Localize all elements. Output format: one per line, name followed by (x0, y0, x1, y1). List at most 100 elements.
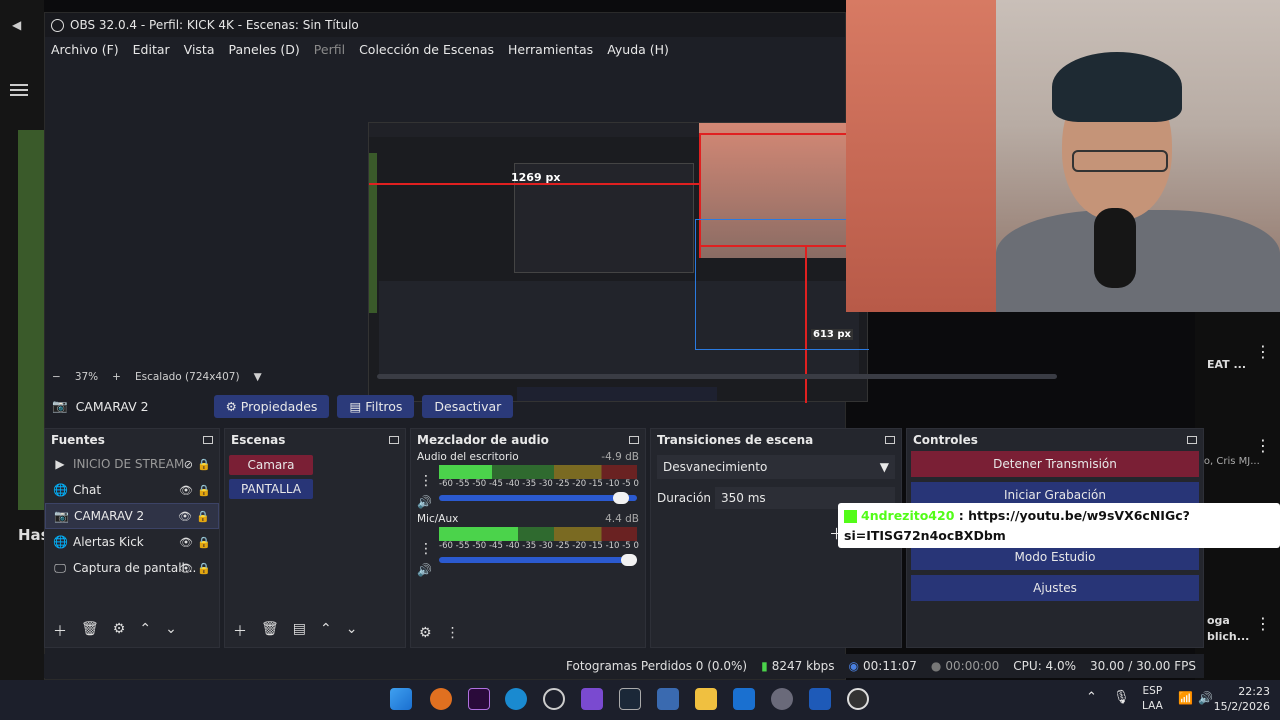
eye-icon[interactable]: 👁 (179, 562, 193, 575)
move-up-icon[interactable]: ⌃ (139, 621, 151, 641)
menu-profile[interactable]: Perfil (314, 42, 345, 57)
add-source-icon[interactable]: ＋ (53, 621, 67, 641)
volume-slider[interactable] (439, 554, 637, 566)
menu-help[interactable]: Ayuda (H) (607, 42, 669, 57)
eye-icon[interactable]: 👁 (178, 510, 192, 523)
premiere-icon[interactable] (468, 688, 490, 710)
volume-icon[interactable]: 🔊 (1198, 691, 1213, 705)
undock-icon[interactable] (203, 436, 213, 444)
zoom-in-button[interactable]: + (112, 371, 121, 383)
speaker-icon[interactable]: 🔊 (417, 563, 432, 577)
menu-tools[interactable]: Herramientas (508, 42, 593, 57)
transition-value: Desvanecimiento (663, 460, 768, 474)
windows-start-icon[interactable] (390, 688, 412, 710)
settings-button[interactable]: Ajustes (911, 575, 1199, 601)
scene-pantalla[interactable]: PANTALLA (229, 479, 313, 499)
source-item[interactable]: ▶ INICIO DE STREAM ⊘ 🔒 (45, 451, 219, 477)
volume-knob[interactable] (613, 492, 629, 504)
mixer-menu-icon[interactable]: ⋮ (446, 625, 460, 641)
lock-icon[interactable]: 🔒 (197, 562, 211, 575)
edge-icon[interactable] (505, 688, 527, 710)
eye-icon[interactable]: 👁 (179, 536, 193, 549)
undock-icon[interactable] (629, 436, 639, 444)
lock-icon[interactable]: 🔒 (197, 484, 211, 497)
mixer-settings-icon[interactable]: ⚙ (419, 625, 432, 641)
menu-docks[interactable]: Paneles (D) (229, 42, 300, 57)
move-down-icon[interactable]: ⌄ (346, 621, 358, 641)
dropped-frames: Fotogramas Perdidos 0 (0.0%) (566, 659, 748, 673)
source-item[interactable]: 🌐 Alertas Kick 👁 🔒 (45, 529, 219, 555)
app-icon[interactable] (543, 688, 565, 710)
background-snippet: oga (1207, 614, 1230, 627)
store-icon[interactable] (657, 688, 679, 710)
menu-view[interactable]: Vista (184, 42, 215, 57)
fps: 30.00 / 30.00 FPS (1090, 659, 1196, 673)
scaling-dropdown-icon[interactable]: ▼ (254, 371, 262, 383)
settings-gear-icon[interactable] (771, 688, 793, 710)
source-settings-icon[interactable]: ⚙ (113, 621, 126, 641)
source-item[interactable]: 🌐 Chat 👁 🔒 (45, 477, 219, 503)
remove-source-icon[interactable]: 🗑 (81, 621, 99, 641)
nested-docks (379, 281, 859, 379)
word-icon[interactable] (809, 688, 831, 710)
transition-select[interactable]: Desvanecimiento ▼ (657, 455, 895, 479)
properties-button[interactable]: ⚙ Propiedades (213, 394, 330, 418)
meter-tick-label: -20 (572, 541, 587, 551)
source-item[interactable]: 🖵 Captura de pantall... 👁 🔒 (45, 555, 219, 581)
background-browser-right: EAT ... to, Cris MJ... oga blich... ⋮ ⋮ … (1195, 312, 1280, 682)
measure-height-label: 613 px (811, 329, 853, 340)
more-options-icon[interactable]: ⋮ (1255, 436, 1271, 455)
volume-knob[interactable] (621, 554, 637, 566)
meter-tick-label: -10 (605, 541, 620, 551)
undock-icon[interactable] (389, 436, 399, 444)
microphone-icon[interactable]: 🎙 (1113, 690, 1130, 705)
undock-icon[interactable] (885, 436, 895, 444)
menu-scene-collection[interactable]: Colección de Escenas (359, 42, 494, 57)
signal-icon: ▮ (761, 659, 768, 673)
stop-stream-button[interactable]: Detener Transmisión (911, 451, 1199, 477)
obs-taskbar-icon[interactable] (847, 688, 869, 710)
zoom-out-button[interactable]: − (52, 371, 61, 383)
filters-button[interactable]: ▤ Filtros (337, 394, 415, 418)
menu-file[interactable]: Archivo (F) (51, 42, 119, 57)
lock-icon[interactable]: 🔒 (196, 510, 210, 523)
firefox-icon[interactable] (430, 688, 452, 710)
more-options-icon[interactable]: ⋮ (1255, 614, 1271, 633)
source-item-selected[interactable]: 📷 CAMARAV 2 👁 🔒 (45, 503, 219, 529)
move-down-icon[interactable]: ⌄ (165, 621, 177, 641)
meter-tick-label: -60 (439, 541, 453, 551)
meter-tick-label: -30 (538, 479, 553, 489)
camera-icon: 📷 (52, 398, 68, 413)
eye-icon[interactable]: 👁 (179, 484, 193, 497)
source-label: INICIO DE STREAM (73, 457, 185, 471)
more-options-icon[interactable]: ⋮ (1255, 342, 1271, 361)
chevron-up-icon[interactable]: ⌃ (1086, 690, 1097, 705)
language-indicator[interactable]: ESP LAA (1142, 684, 1163, 714)
menu-edit[interactable]: Editar (133, 42, 170, 57)
steam-icon[interactable] (619, 688, 641, 710)
channel-menu-icon[interactable]: ⋮ (419, 473, 433, 489)
meter-scale: -60 -55 -50 -45 -40 -35 -30 -25 -20 -15 -10 -5 0 (439, 541, 639, 551)
mixer-title: Mezclador de audio (417, 433, 549, 447)
scene-camara[interactable]: Camara (229, 455, 313, 475)
add-scene-icon[interactable]: ＋ (233, 621, 247, 641)
volume-meter (439, 465, 637, 479)
channel-menu-icon[interactable]: ⋮ (419, 541, 433, 557)
remove-scene-icon[interactable]: 🗑 (261, 621, 279, 641)
outlook-icon[interactable] (733, 688, 755, 710)
deactivate-button[interactable]: Desactivar (422, 394, 514, 418)
eye-hidden-icon[interactable]: ⊘ (184, 458, 193, 471)
move-up-icon[interactable]: ⌃ (320, 621, 332, 641)
notes-icon[interactable] (581, 688, 603, 710)
volume-slider[interactable] (439, 492, 637, 504)
clock[interactable]: 22:23 15/2/2026 (1214, 684, 1270, 714)
lock-icon[interactable]: 🔒 (197, 458, 211, 471)
lock-icon[interactable]: 🔒 (197, 536, 211, 549)
undock-icon[interactable] (1187, 436, 1197, 444)
wifi-icon[interactable]: 📶 (1178, 691, 1193, 705)
scene-filters-icon[interactable]: ▤ (293, 621, 306, 641)
speaker-icon[interactable]: 🔊 (417, 495, 432, 509)
meter-tick-label: -55 (455, 541, 470, 551)
preview-scrollbar[interactable] (377, 374, 1057, 379)
file-explorer-icon[interactable] (695, 688, 717, 710)
